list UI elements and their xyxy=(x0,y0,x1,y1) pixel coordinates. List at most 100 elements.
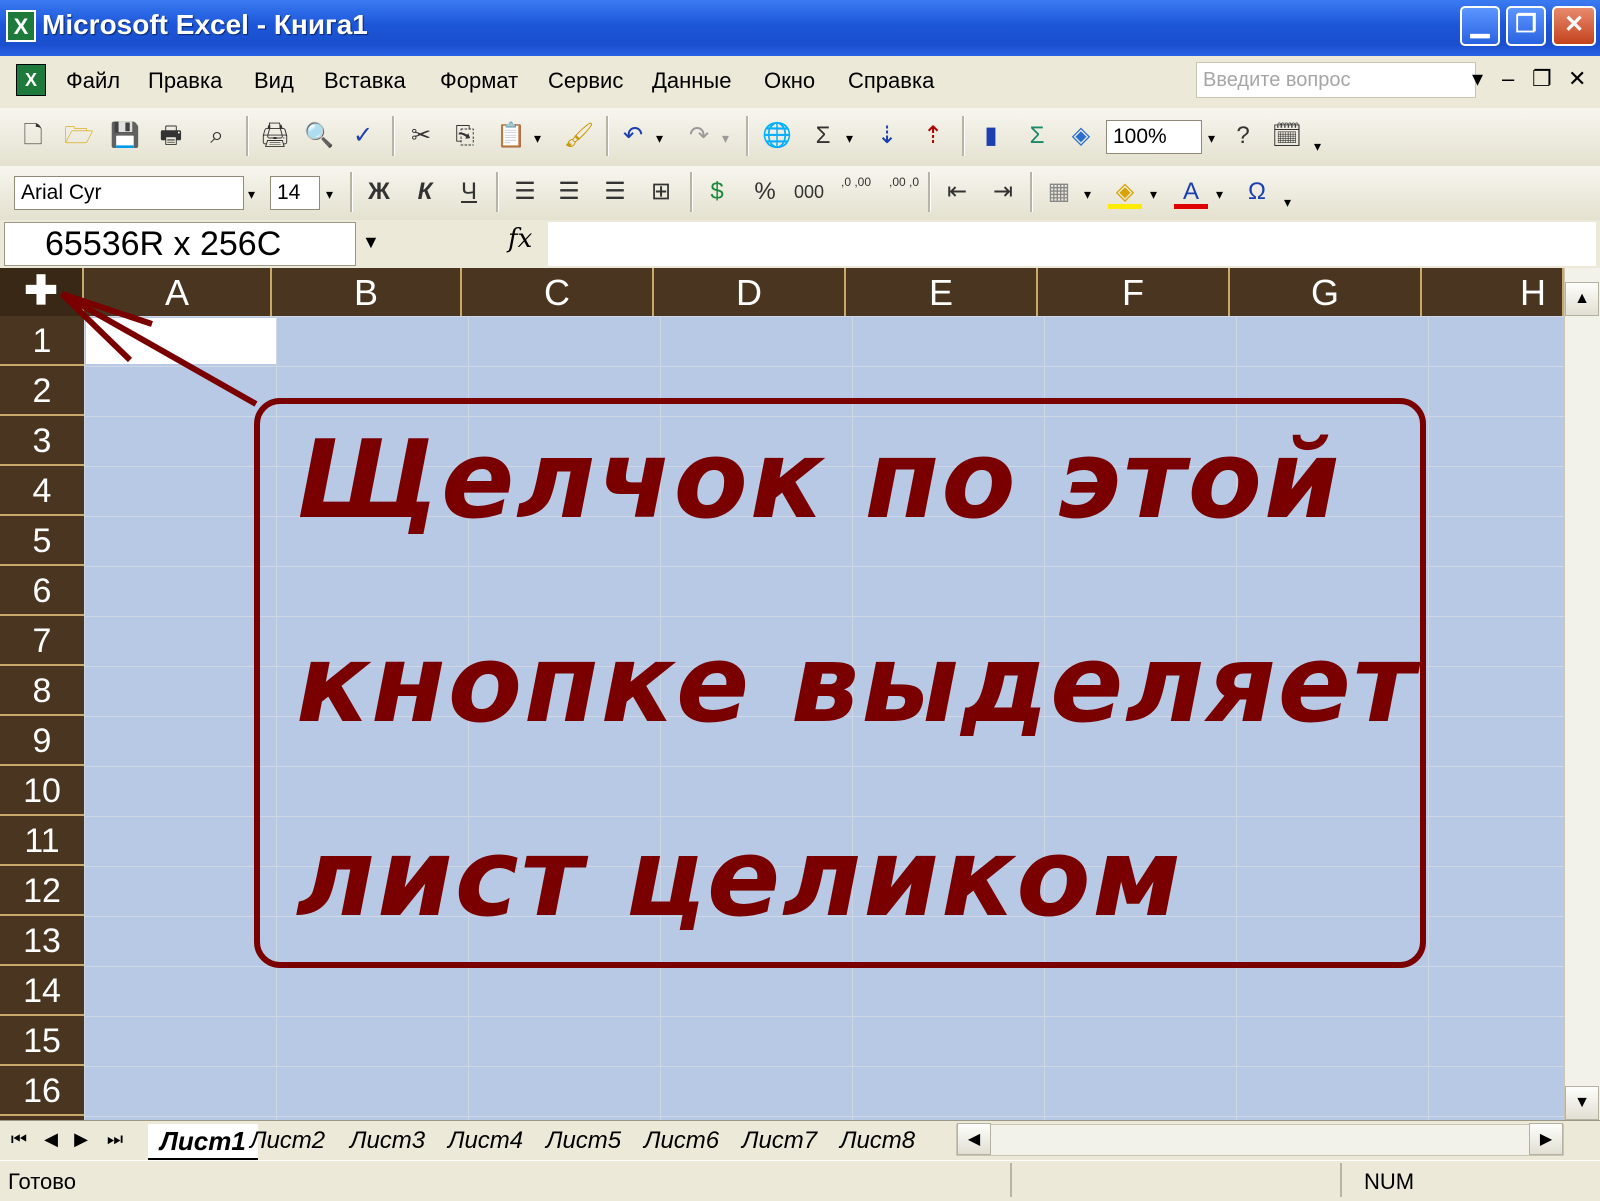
row-header[interactable]: 12 xyxy=(0,866,84,916)
font-color-dropdown-icon[interactable]: ▾ xyxy=(1216,186,1223,203)
decrease-indent-icon[interactable]: ⇤ xyxy=(940,174,974,210)
align-right-icon[interactable]: ☰ xyxy=(598,174,632,210)
sheet-tab-7[interactable]: Лист7 xyxy=(742,1124,817,1158)
search-icon[interactable]: ⌕ xyxy=(200,118,234,154)
scroll-left-button[interactable]: ◀ xyxy=(957,1123,991,1155)
column-header-c[interactable]: C xyxy=(462,268,654,316)
prev-sheet-button[interactable]: ◀ xyxy=(36,1124,66,1154)
paste-dropdown-icon[interactable]: ▾ xyxy=(534,130,541,147)
font-name-combo[interactable]: Arial Cyr xyxy=(14,176,244,210)
menu-data[interactable]: Данные xyxy=(652,68,731,94)
zoom-combo[interactable]: 100% xyxy=(1106,120,1202,154)
fill-color-icon[interactable]: ◈ xyxy=(1108,174,1142,209)
menu-file[interactable]: Файл xyxy=(66,68,120,94)
spelling-icon[interactable]: ✓ xyxy=(346,118,380,154)
print-preview-icon[interactable]: 🔍 xyxy=(302,118,336,154)
row-header[interactable]: 7 xyxy=(0,616,84,666)
paste-icon[interactable]: 📋 xyxy=(494,118,528,154)
close-button[interactable]: ✕ xyxy=(1552,6,1596,46)
new-icon[interactable]: 🗋 xyxy=(16,118,50,154)
sheet-tab-5[interactable]: Лист5 xyxy=(546,1124,621,1158)
name-box[interactable]: 65536R x 256C xyxy=(4,222,356,266)
doc-minimize-button[interactable]: – xyxy=(1502,66,1514,92)
cut-icon[interactable]: ✂ xyxy=(404,118,438,154)
toolbar-options-icon[interactable]: ▾ xyxy=(1314,138,1321,155)
column-header-g[interactable]: G xyxy=(1230,268,1422,316)
help-search-input[interactable]: Введите вопрос xyxy=(1196,62,1476,98)
sheet-tab-2[interactable]: Лист2 xyxy=(250,1124,325,1158)
symbol-button[interactable]: Ω xyxy=(1240,174,1274,210)
menu-insert[interactable]: Вставка xyxy=(324,68,406,94)
scroll-right-button[interactable]: ▶ xyxy=(1529,1123,1563,1155)
menu-format[interactable]: Формат xyxy=(440,68,518,94)
fill-color-dropdown-icon[interactable]: ▾ xyxy=(1150,186,1157,203)
italic-button[interactable]: К xyxy=(408,174,442,210)
sort-descending-icon[interactable]: ⇡ xyxy=(916,118,950,154)
help-icon[interactable]: ? xyxy=(1226,118,1260,154)
font-color-button[interactable]: A xyxy=(1174,174,1208,209)
undo-dropdown-icon[interactable]: ▾ xyxy=(656,130,663,147)
redo-dropdown-icon[interactable]: ▾ xyxy=(722,130,729,147)
format-painter-icon[interactable]: 🖌 xyxy=(562,118,596,154)
menu-edit[interactable]: Правка xyxy=(148,68,222,94)
percent-button[interactable]: % xyxy=(748,174,782,210)
last-sheet-button[interactable]: ⏭ xyxy=(100,1124,130,1154)
bold-button[interactable]: Ж xyxy=(362,174,396,210)
menu-help[interactable]: Справка xyxy=(848,68,934,94)
sheet-tab-8[interactable]: Лист8 xyxy=(840,1124,915,1158)
maximize-button[interactable]: ❐ xyxy=(1506,6,1546,46)
hyperlink-icon[interactable]: 🌐 xyxy=(760,118,794,154)
sheet-tab-4[interactable]: Лист4 xyxy=(448,1124,523,1158)
permission-icon[interactable]: 🖶 xyxy=(154,118,188,154)
autosum-dropdown-icon[interactable]: ▾ xyxy=(846,130,853,147)
column-header-b[interactable]: B xyxy=(272,268,462,316)
menu-view[interactable]: Вид xyxy=(254,68,294,94)
font-size-combo[interactable]: 14 xyxy=(270,176,320,210)
title-bar[interactable]: X Microsoft Excel - Книга1 ▁ ❐ ✕ xyxy=(0,0,1600,56)
scroll-down-button[interactable]: ▼ xyxy=(1565,1086,1599,1120)
save-icon[interactable]: 💾 xyxy=(108,118,142,154)
row-header[interactable]: 15 xyxy=(0,1016,84,1066)
toolbar-options-icon[interactable]: ▾ xyxy=(1284,194,1291,211)
copy-icon[interactable]: ⎘ xyxy=(448,118,482,154)
font-name-dropdown-icon[interactable]: ▾ xyxy=(248,186,255,203)
align-center-icon[interactable]: ☰ xyxy=(552,174,586,210)
row-header[interactable]: 8 xyxy=(0,666,84,716)
next-sheet-button[interactable]: ▶ xyxy=(66,1124,96,1154)
increase-decimal-button[interactable]: ,0 ,00 xyxy=(836,174,876,210)
formula-input[interactable] xyxy=(548,222,1596,266)
workbook-icon[interactable]: X xyxy=(16,64,46,96)
row-header[interactable]: 11 xyxy=(0,816,84,866)
drawing-icon[interactable]: ◈ xyxy=(1064,118,1098,154)
column-header-f[interactable]: F xyxy=(1038,268,1230,316)
undo-icon[interactable]: ↶ xyxy=(616,118,650,154)
merge-center-icon[interactable]: ⊞ xyxy=(644,174,678,210)
row-header[interactable]: 5 xyxy=(0,516,84,566)
function-icon[interactable]: Σ xyxy=(1020,118,1054,154)
first-sheet-button[interactable]: ⏮ xyxy=(4,1124,34,1154)
doc-restore-button[interactable]: ❐ xyxy=(1532,66,1552,92)
borders-dropdown-icon[interactable]: ▾ xyxy=(1084,186,1091,203)
minimize-button[interactable]: ▁ xyxy=(1460,6,1500,46)
font-size-dropdown-icon[interactable]: ▾ xyxy=(326,186,333,203)
row-header[interactable]: 10 xyxy=(0,766,84,816)
row-header[interactable]: 13 xyxy=(0,916,84,966)
row-header[interactable]: 4 xyxy=(0,466,84,516)
column-header-e[interactable]: E xyxy=(846,268,1038,316)
horizontal-scrollbar[interactable]: ◀ ▶ xyxy=(956,1123,1564,1156)
borders-icon[interactable]: ▦ xyxy=(1042,174,1076,210)
increase-indent-icon[interactable]: ⇥ xyxy=(986,174,1020,210)
autosum-icon[interactable]: Σ xyxy=(806,118,840,154)
vertical-scrollbar[interactable]: ▲ ▼ xyxy=(1564,268,1600,1120)
row-header[interactable]: 6 xyxy=(0,566,84,616)
menu-window[interactable]: Окно xyxy=(764,68,815,94)
align-left-icon[interactable]: ☰ xyxy=(508,174,542,210)
sheet-tab-3[interactable]: Лист3 xyxy=(350,1124,425,1158)
decrease-decimal-button[interactable]: ,00 ,0 xyxy=(884,174,924,210)
name-box-dropdown-icon[interactable]: ▼ xyxy=(362,232,380,253)
open-icon[interactable]: 🗁 xyxy=(62,118,96,154)
thousands-button[interactable]: 000 xyxy=(792,174,826,210)
row-header[interactable]: 14 xyxy=(0,966,84,1016)
row-header[interactable]: 9 xyxy=(0,716,84,766)
sheet-tab-6[interactable]: Лист6 xyxy=(644,1124,719,1158)
